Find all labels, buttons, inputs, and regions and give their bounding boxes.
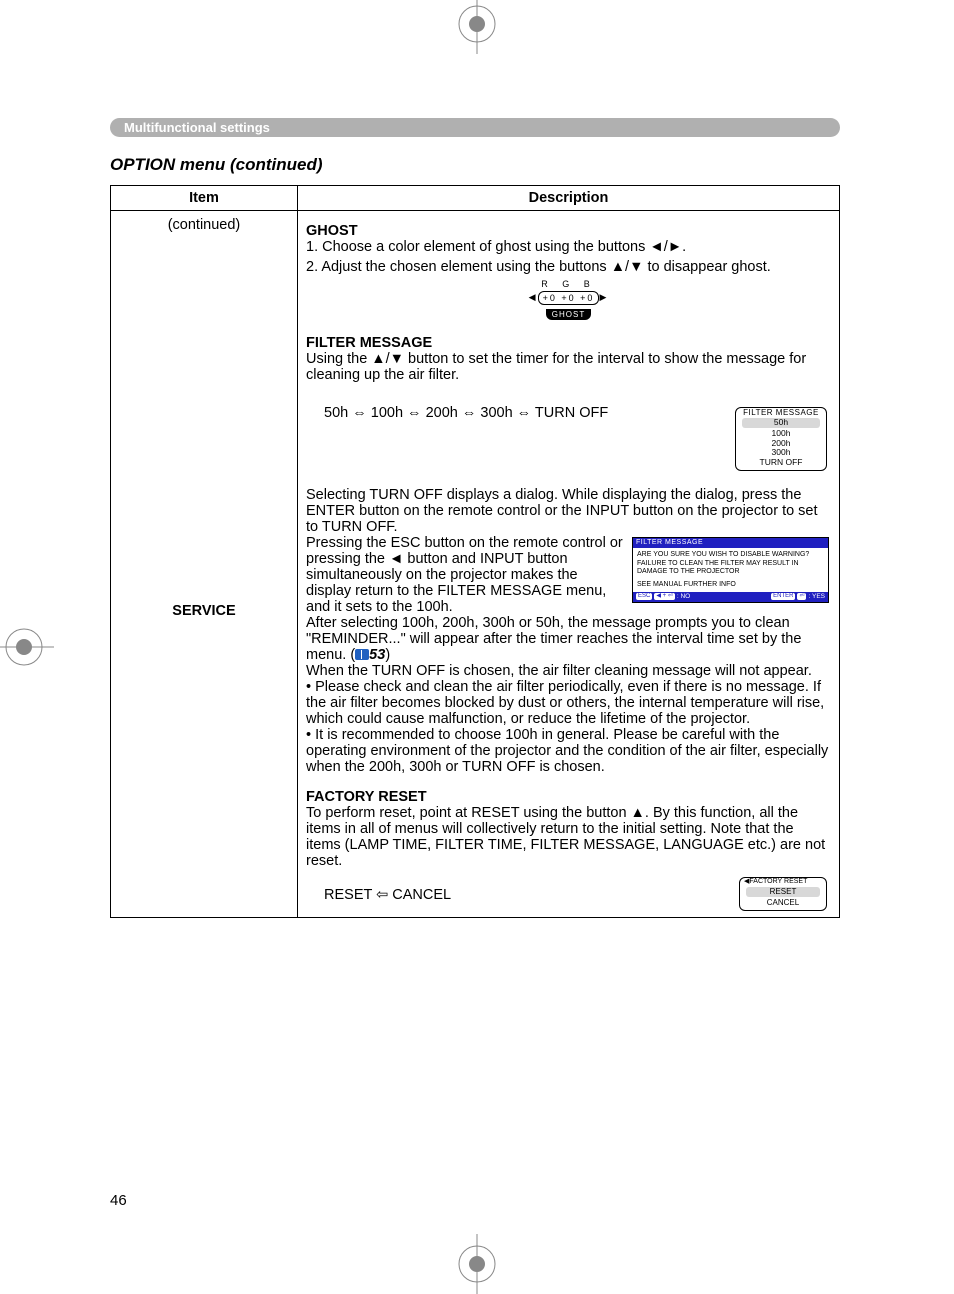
filter-message-title: FILTER MESSAGE (306, 335, 831, 351)
ghost-osd-rgb: R G B (514, 279, 624, 289)
ghost-osd-label: GHOST (546, 309, 591, 320)
enter-btn-icon: ⏎ (797, 593, 806, 600)
table-row: (continued) SERVICE GHOST 1. Choose a co… (111, 211, 840, 918)
factory-reset-osd: ◀FACTORY RESET RESET CANCEL (739, 877, 827, 911)
column-header-description: Description (298, 186, 840, 211)
reset-osd-item: CANCEL (740, 898, 826, 908)
column-header-item: Item (111, 186, 298, 211)
crop-mark-top (447, 0, 507, 54)
page-subtitle: OPTION menu (continued) (110, 155, 840, 175)
page-number: 46 (110, 1192, 127, 1209)
yes-text: : YES (808, 593, 825, 601)
esc-btn-icon: ◀ + ⏎ (654, 593, 674, 600)
crop-mark-left (0, 617, 54, 677)
dialog-footer-right: ENTER ⏎ : YES (771, 593, 825, 601)
ghost-osd-values: +0 +0 +0 (538, 291, 600, 305)
filter-message-osd-list: FILTER MESSAGE 50h 100h 200h 300h TURN O… (735, 407, 827, 471)
ghost-title: GHOST (306, 223, 831, 239)
dialog-footer-left: ESC ◀ + ⏎ : NO (636, 593, 690, 601)
description-cell: GHOST 1. Choose a color element of ghost… (298, 211, 840, 918)
filter-message-para4: When the TURN OFF is chosen, the air fil… (306, 663, 831, 679)
book-icon (355, 649, 369, 660)
ghost-osd: R G B +0 +0 +0 GHOST (514, 279, 624, 321)
filter-message-osd-dialog: FILTER MESSAGE ARE YOU SURE YOU WISH TO … (632, 537, 829, 603)
item-cell: (continued) SERVICE (111, 211, 298, 918)
page-content: Multifunctional settings OPTION menu (co… (110, 118, 840, 918)
filter-message-para3: After selecting 100h, 200h, 300h or 50h,… (306, 615, 831, 663)
option-table: Item Description (continued) SERVICE GHO… (110, 185, 840, 918)
ghost-step2: 2. Adjust the chosen element using the b… (306, 259, 831, 275)
dialog-line1: ARE YOU SURE YOU WISH TO DISABLE WARNING… (637, 551, 824, 559)
section-band: Multifunctional settings (110, 118, 840, 137)
page-ref: 53 (369, 647, 385, 663)
item-service-label: SERVICE (119, 603, 289, 619)
filter-osd-item: 50h (742, 418, 820, 428)
filter-message-bullet2: • It is recommended to choose 100h in ge… (306, 727, 831, 775)
factory-reset-title: FACTORY RESET (306, 789, 831, 805)
dialog-title: FILTER MESSAGE (633, 538, 828, 548)
para3-text-b: ) (385, 647, 390, 663)
enter-label: ENTER (771, 593, 795, 600)
dialog-line2: FAILURE TO CLEAN THE FILTER MAY RESULT I… (637, 560, 824, 577)
filter-osd-header: FILTER MESSAGE (736, 408, 826, 417)
filter-osd-item: TURN OFF (736, 458, 826, 468)
reset-osd-header: ◀FACTORY RESET (740, 878, 826, 886)
filter-message-para1: Selecting TURN OFF displays a dialog. Wh… (306, 487, 831, 535)
ghost-step2-text: 2. Adjust the chosen element using the b… (306, 259, 771, 275)
dialog-line3: SEE MANUAL FURTHER INFO (637, 581, 824, 589)
item-continued-label: (continued) (119, 217, 289, 233)
filter-message-intro: Using the ▲/▼ button to set the timer fo… (306, 351, 831, 383)
reset-osd-item: RESET (746, 887, 820, 897)
filter-message-bullet1: • Please check and clean the air filter … (306, 679, 831, 727)
ghost-step1: 1. Choose a color element of ghost using… (306, 239, 831, 255)
esc-label: ESC (636, 593, 652, 600)
crop-mark-bottom (447, 1234, 507, 1294)
factory-reset-para: To perform reset, point at RESET using t… (306, 805, 831, 869)
no-text: : NO (677, 593, 690, 601)
